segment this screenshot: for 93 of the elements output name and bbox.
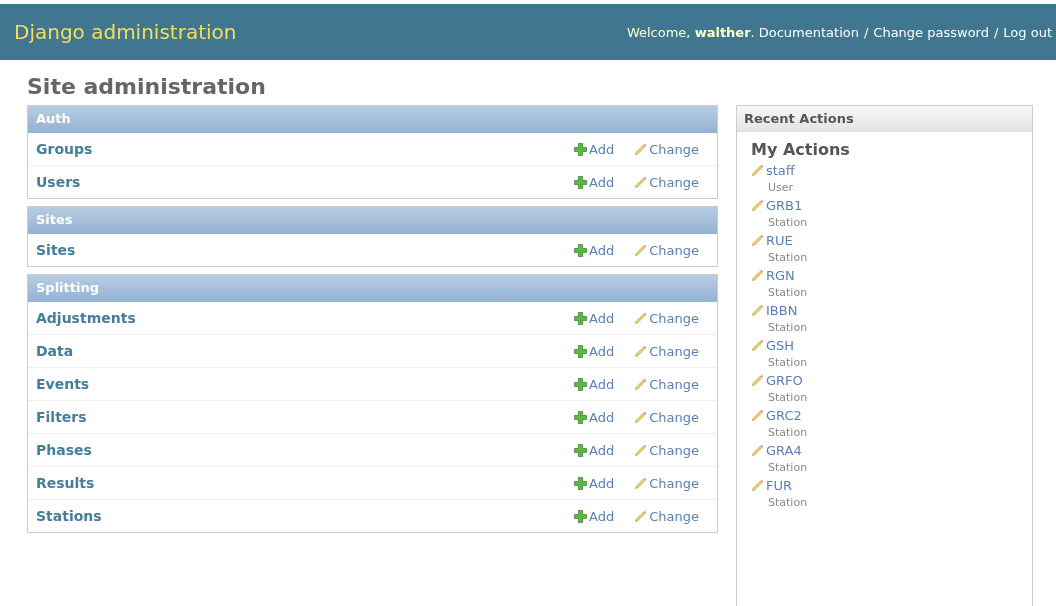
pencil-icon [751, 444, 764, 457]
header-link[interactable]: Log out [1003, 24, 1052, 40]
pencil-icon [634, 443, 648, 457]
object-type: User [767, 181, 795, 194]
recent-action-link[interactable]: staff [766, 163, 795, 178]
site-title: Django administration [14, 20, 237, 44]
pencil-icon [634, 243, 648, 257]
plus-icon [574, 509, 588, 523]
model-link[interactable]: Groups [36, 141, 575, 157]
pencil-icon [634, 175, 648, 189]
pencil-icon [634, 476, 648, 490]
recent-action-link[interactable]: FUR [766, 478, 793, 493]
model-link[interactable]: Events [36, 376, 575, 392]
object-type: Station [767, 391, 809, 404]
header-link[interactable]: Documentation [758, 24, 859, 40]
pencil-icon [751, 234, 764, 247]
panel-caption: Recent Actions [737, 106, 1032, 132]
plus-icon [574, 377, 588, 391]
pencil-icon [751, 164, 764, 177]
pencil-icon [634, 509, 648, 523]
object-type: Station [767, 321, 809, 334]
recent-action-link[interactable]: RGN [766, 268, 795, 283]
model-link[interactable]: Phases [36, 442, 575, 458]
pencil-icon [751, 269, 764, 282]
add-link[interactable]: Add [574, 242, 615, 258]
panel-heading: My Actions [751, 140, 851, 159]
plus-icon [574, 344, 588, 358]
pencil-icon [634, 410, 648, 424]
change-link[interactable]: Change [634, 174, 699, 190]
change-link[interactable]: Change [634, 310, 699, 326]
pencil-icon [634, 142, 648, 156]
module-caption: Splitting [28, 275, 717, 302]
object-type: Station [767, 496, 809, 509]
add-link[interactable]: Add [574, 376, 615, 392]
plus-icon [574, 410, 588, 424]
plus-icon [574, 443, 588, 457]
pencil-icon [751, 479, 764, 492]
pencil-icon [751, 304, 764, 317]
model-link[interactable]: Filters [36, 409, 575, 425]
recent-action-link[interactable]: IBBN [766, 303, 798, 318]
change-link[interactable]: Change [634, 141, 699, 157]
recent-action-link[interactable]: GRFO [766, 373, 803, 388]
change-link[interactable]: Change [634, 343, 699, 359]
model-link[interactable]: Adjustments [36, 310, 575, 326]
add-link[interactable]: Add [574, 508, 615, 524]
plus-icon [574, 311, 588, 325]
pencil-icon [634, 344, 648, 358]
header-link[interactable]: Change password [873, 24, 989, 40]
object-type: Station [767, 251, 809, 264]
change-link[interactable]: Change [634, 508, 699, 524]
change-link[interactable]: Change [634, 376, 699, 392]
pencil-icon [634, 311, 648, 325]
model-link[interactable]: Sites [36, 242, 575, 258]
object-type: Station [767, 426, 809, 439]
add-link[interactable]: Add [574, 141, 615, 157]
link-separator: / [862, 24, 870, 40]
add-link[interactable]: Add [574, 343, 615, 359]
model-link[interactable]: Users [36, 174, 575, 190]
change-link[interactable]: Change [634, 242, 699, 258]
plus-icon [574, 476, 588, 490]
object-type: Station [767, 216, 809, 229]
recent-action-link[interactable]: GRB1 [766, 198, 803, 213]
object-type: Station [767, 286, 809, 299]
recent-action-link[interactable]: GSH [766, 338, 795, 353]
add-link[interactable]: Add [574, 409, 615, 425]
change-link[interactable]: Change [634, 409, 699, 425]
change-link[interactable]: Change [634, 475, 699, 491]
link-separator: / [992, 24, 1000, 40]
pencil-icon [634, 377, 648, 391]
change-link[interactable]: Change [634, 442, 699, 458]
module-caption: Auth [28, 106, 717, 133]
object-type: Station [767, 356, 809, 369]
add-link[interactable]: Add [574, 174, 615, 190]
object-type: Station [767, 461, 809, 474]
add-link[interactable]: Add [574, 310, 615, 326]
plus-icon [574, 175, 588, 189]
module-caption: Sites [28, 207, 717, 234]
page-title: Site administration [27, 74, 267, 99]
plus-icon [574, 243, 588, 257]
recent-action-link[interactable]: GRA4 [766, 443, 802, 458]
recent-action-link[interactable]: RUE [766, 233, 793, 248]
pencil-icon [751, 374, 764, 387]
pencil-icon [751, 199, 764, 212]
welcome-text: Welcome, walther. [626, 24, 755, 40]
model-link[interactable]: Results [36, 475, 575, 491]
pencil-icon [751, 409, 764, 422]
add-link[interactable]: Add [574, 475, 615, 491]
model-link[interactable]: Stations [36, 508, 575, 524]
add-link[interactable]: Add [574, 442, 615, 458]
model-link[interactable]: Data [36, 343, 575, 359]
plus-icon [574, 142, 588, 156]
pencil-icon [751, 339, 764, 352]
recent-action-link[interactable]: GRC2 [766, 408, 802, 423]
